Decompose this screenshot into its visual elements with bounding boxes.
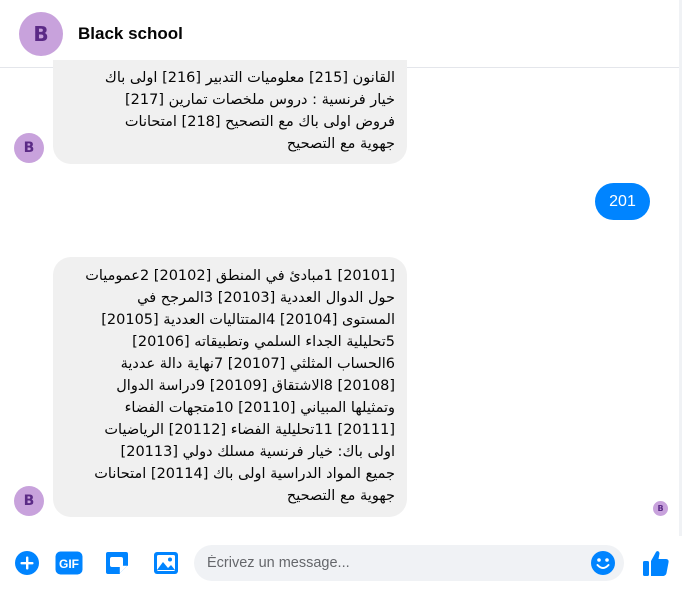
outgoing-message-bubble[interactable]: 201	[595, 183, 650, 220]
sticker-icon	[106, 552, 128, 574]
gif-icon: GIF	[55, 551, 83, 575]
svg-text:GIF: GIF	[59, 557, 79, 571]
seen-indicator-avatar: B	[653, 501, 668, 516]
contact-name[interactable]: Black school	[78, 24, 183, 44]
gif-button[interactable]: GIF	[55, 549, 83, 577]
incoming-message-bubble[interactable]: القانون [215] معلوميات التدبير [216] اول…	[53, 60, 407, 164]
message-composer: GIF	[0, 536, 682, 592]
plus-circle-icon	[15, 551, 39, 575]
chat-header: B Black school	[0, 0, 682, 68]
sender-avatar[interactable]: B	[14, 133, 44, 163]
image-button[interactable]	[152, 549, 180, 577]
sticker-button[interactable]	[103, 549, 131, 577]
incoming-message-bubble[interactable]: [20101] 1مبادئ في المنطق [20102] 2عموميا…	[53, 257, 407, 517]
message-input-container	[194, 545, 624, 581]
emoji-icon	[591, 551, 615, 575]
more-actions-button[interactable]	[13, 549, 41, 577]
like-button[interactable]	[640, 547, 672, 579]
messenger-chat-window: B Black school القانون [215] معلوميات ال…	[0, 0, 682, 592]
emoji-button[interactable]	[590, 550, 616, 576]
contact-avatar[interactable]: B	[19, 12, 63, 56]
sender-avatar[interactable]: B	[14, 486, 44, 516]
image-icon	[154, 552, 178, 574]
thumbs-up-icon	[643, 551, 669, 576]
message-input[interactable]	[194, 545, 584, 581]
